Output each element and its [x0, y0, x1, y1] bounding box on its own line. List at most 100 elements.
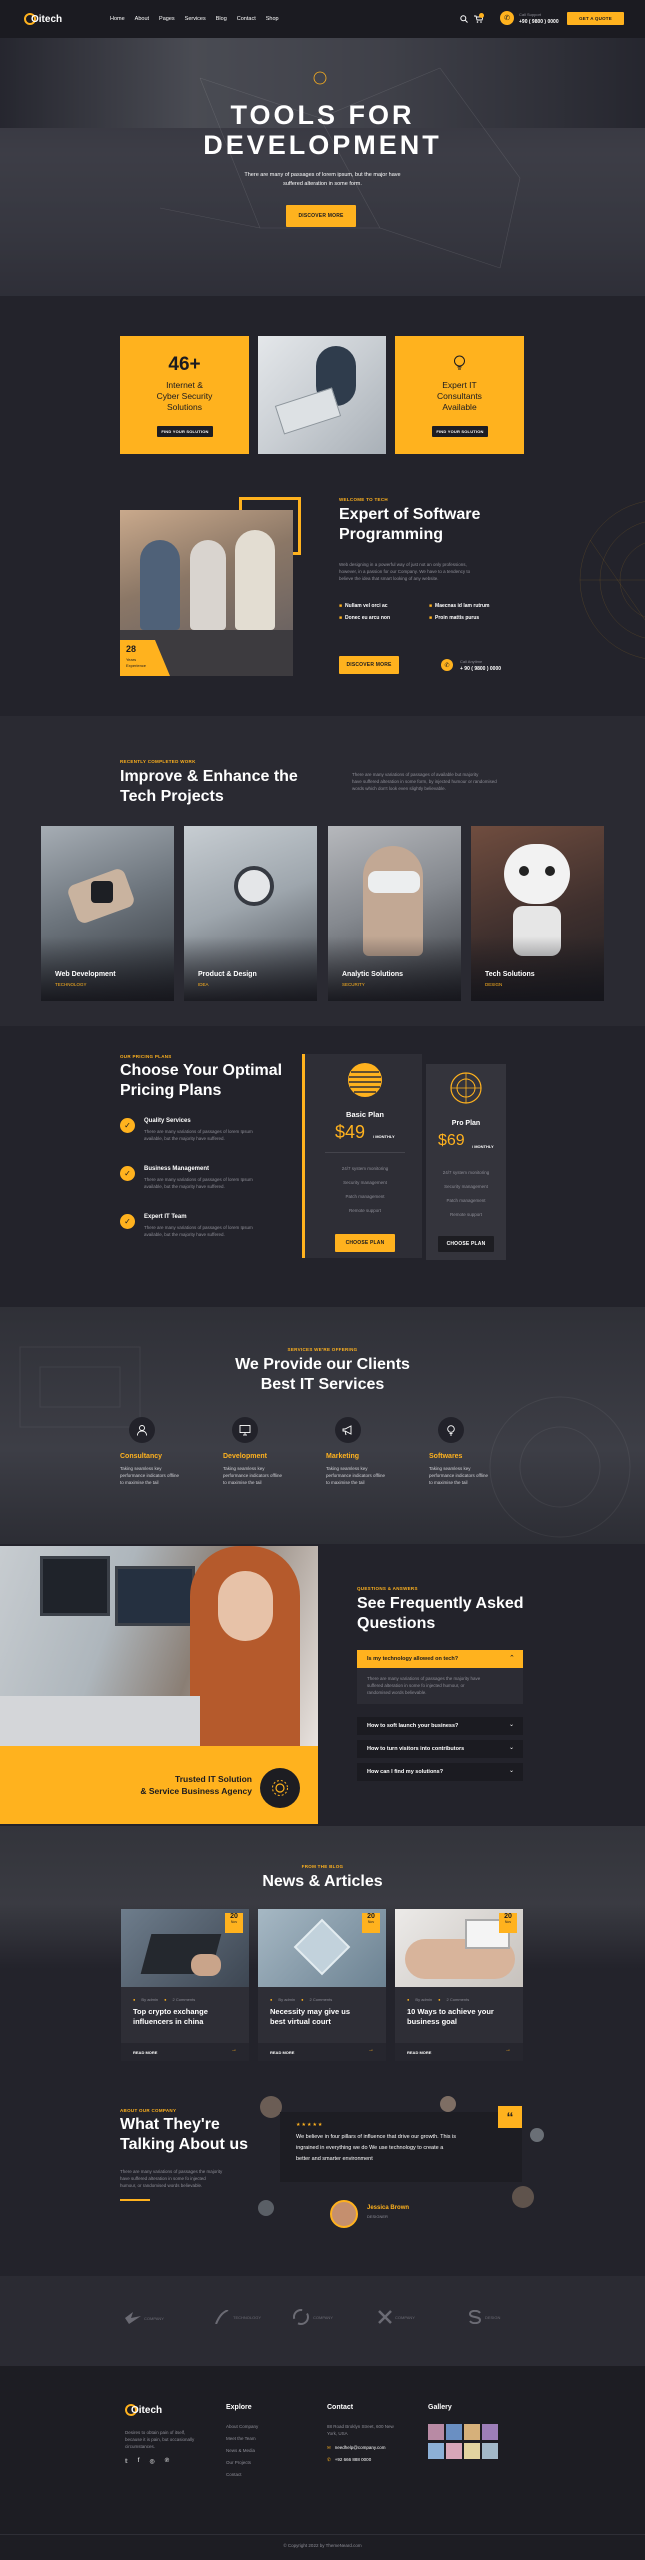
gallery-thumb[interactable] — [464, 2443, 480, 2459]
faq-item[interactable]: How to turn visitors into contributors ⌄ — [357, 1740, 523, 1758]
choose-plan-button[interactable]: CHOOSE PLAN — [335, 1234, 395, 1252]
instagram-icon[interactable]: ◎ — [149, 2458, 154, 2465]
arrow-right-icon[interactable]: → — [505, 2047, 511, 2053]
post-title-1[interactable]: 10 Ways to achieve your — [407, 2007, 494, 2016]
partner-logo[interactable]: COMPANY — [125, 2312, 164, 2324]
get-quote-button[interactable]: GET A QUOTE — [567, 12, 624, 25]
feature-title: Business Management — [144, 1166, 210, 1172]
pinterest-icon[interactable]: ℗ — [165, 2458, 169, 2465]
service-item[interactable]: Consultancy Taking seamless key performa… — [120, 1413, 220, 1513]
support-phone[interactable]: +90 ( 9800 ) 0000 — [519, 19, 559, 25]
faq-item-open[interactable]: Is my technology allowed on tech? ⌃ — [357, 1650, 523, 1668]
service-item[interactable]: Development Taking seamless key performa… — [223, 1413, 323, 1513]
nav-about[interactable]: About — [135, 16, 149, 22]
stat-card-consultants: Expert IT Consultants Available FIND YOU… — [395, 336, 524, 454]
wave-icon — [215, 2310, 229, 2324]
service-text-3: to maximise the tail — [429, 1480, 468, 1485]
about-phone[interactable]: + 90 ( 9800 ) 0000 — [460, 666, 501, 672]
footer-contact-title: Contact — [327, 2404, 354, 2411]
faq-item[interactable]: How to soft launch your business? ⌄ — [357, 1717, 523, 1735]
news-card[interactable]: 20 Nov ● By admin ● 2 Comments Top crypto e… — [121, 1909, 249, 2061]
project-card[interactable]: Product & Design IDEA — [184, 826, 317, 1001]
choose-plan-button[interactable]: CHOOSE PLAN — [438, 1236, 494, 1252]
news-title: News & Articles — [262, 1873, 383, 1890]
about-title-1: Expert of Software — [339, 506, 481, 523]
footer-link[interactable]: Contact — [226, 2472, 242, 2477]
check-icon: ■ — [429, 603, 433, 609]
gallery-thumb[interactable] — [482, 2443, 498, 2459]
nav-home[interactable]: Home — [110, 16, 125, 22]
footer-about-2: because it is pain, but occasionally — [125, 2437, 195, 2442]
footer-phone[interactable]: +92 666 888 0000 — [335, 2457, 371, 2463]
service-item[interactable]: Softwares Taking seamless key performanc… — [429, 1413, 529, 1513]
stat-solution-button[interactable]: FIND YOUR SOLUTION — [157, 426, 213, 437]
gallery-thumb[interactable] — [428, 2443, 444, 2459]
read-more-link[interactable]: READ MORE — [133, 2050, 157, 2055]
arrow-right-icon[interactable]: → — [368, 2047, 374, 2053]
mail-icon: ✉ — [327, 2445, 331, 2450]
post-title-1[interactable]: Top crypto exchange — [133, 2007, 208, 2016]
service-text-3: to maximise the tail — [120, 1480, 159, 1485]
post-author: By admin — [141, 1997, 159, 2002]
nav-shop[interactable]: Shop — [266, 16, 279, 22]
read-more-link[interactable]: READ MORE — [407, 2050, 431, 2055]
plan-price: $69 — [438, 1132, 465, 1149]
footer-link[interactable]: Our Projects — [226, 2460, 251, 2465]
logo-text: Oitech — [31, 13, 63, 25]
read-more-link[interactable]: READ MORE — [270, 2050, 294, 2055]
nav-services[interactable]: Services — [185, 16, 206, 22]
faq-item[interactable]: How can I find my solutions? ⌄ — [357, 1763, 523, 1781]
project-card[interactable]: Tech Solutions DESIGN — [471, 826, 604, 1001]
avatar-float — [512, 2186, 534, 2208]
logo[interactable]: Oitech — [24, 11, 62, 27]
stat-label-line3: Solutions — [167, 402, 202, 412]
testimonial-avatar — [330, 2200, 358, 2228]
partner-logo[interactable]: COMPANY — [292, 2308, 333, 2326]
post-title-2[interactable]: business goal — [407, 2017, 457, 2026]
date-day: 20 — [230, 1913, 238, 1920]
post-title-1[interactable]: Necessity may give us — [270, 2007, 350, 2016]
twitter-icon[interactable]: 𝕥 — [125, 2458, 128, 2465]
stat-label-line2: Consultants — [437, 391, 482, 401]
gallery-thumb[interactable] — [446, 2424, 462, 2440]
facebook-icon[interactable]: f — [138, 2458, 140, 2465]
hero: TOOLS FOR DEVELOPMENT There are many of … — [0, 38, 645, 296]
footer-phone-row[interactable]: ✆ +92 666 888 0000 — [327, 2457, 371, 2463]
comment-icon: ● — [301, 1997, 304, 2002]
photo-person-2 — [190, 540, 226, 630]
partner-logo[interactable]: DESIGN — [468, 2310, 500, 2324]
project-card[interactable]: Analytic Solutions SECURITY — [328, 826, 461, 1001]
gallery-thumb[interactable] — [482, 2424, 498, 2440]
gallery-thumb[interactable] — [464, 2424, 480, 2440]
partner-logo[interactable]: COMPANY — [378, 2310, 415, 2324]
hero-discover-button[interactable]: DISCOVER MORE — [286, 205, 356, 227]
gallery-thumb[interactable] — [428, 2424, 444, 2440]
footer-logo[interactable]: Oitech — [125, 2404, 162, 2416]
footer-email[interactable]: needhelp@company.com — [335, 2445, 386, 2451]
arrow-right-icon[interactable]: → — [231, 2047, 237, 2053]
quote-text-1: We believe in four pillars of influence … — [296, 2134, 456, 2140]
service-icon-circle — [335, 1417, 361, 1443]
footer-link[interactable]: Meet the Team — [226, 2436, 256, 2441]
news-card[interactable]: 20 Nov ● By admin ● 2 Comments Necessity ma… — [258, 1909, 386, 2061]
service-text-3: to maximise the tail — [223, 1480, 262, 1485]
post-title-2[interactable]: best virtual court — [270, 2017, 331, 2026]
faq-title-1: See Frequently Asked — [357, 1595, 524, 1612]
search-icon[interactable] — [460, 15, 468, 23]
project-card[interactable]: Web Development TECHNOLOGY — [41, 826, 174, 1001]
news-card[interactable]: 20 Nov ● By admin ● 2 Comments 10 Ways to a… — [395, 1909, 523, 2061]
service-item[interactable]: Marketing Taking seamless key performanc… — [326, 1413, 426, 1513]
post-title-2[interactable]: influencers in china — [133, 2017, 203, 2026]
about-discover-button[interactable]: DISCOVER MORE — [339, 656, 399, 674]
nav-contact[interactable]: Contact — [237, 16, 256, 22]
footer-email-row[interactable]: ✉ needhelp@company.com — [327, 2445, 386, 2451]
footer-link[interactable]: News & Media — [226, 2448, 255, 2453]
footer-link[interactable]: About Company — [226, 2424, 258, 2429]
gallery-thumb[interactable] — [446, 2443, 462, 2459]
check-item: ■ Donec eu arcu non — [339, 615, 390, 621]
partner-logo[interactable]: TECHNOLOGY — [214, 2310, 261, 2324]
nav-blog[interactable]: Blog — [216, 16, 227, 22]
nav-pages[interactable]: Pages — [159, 16, 175, 22]
date-day: 20 — [504, 1913, 512, 1920]
stat-solution-button[interactable]: FIND YOUR SOLUTION — [432, 426, 488, 437]
